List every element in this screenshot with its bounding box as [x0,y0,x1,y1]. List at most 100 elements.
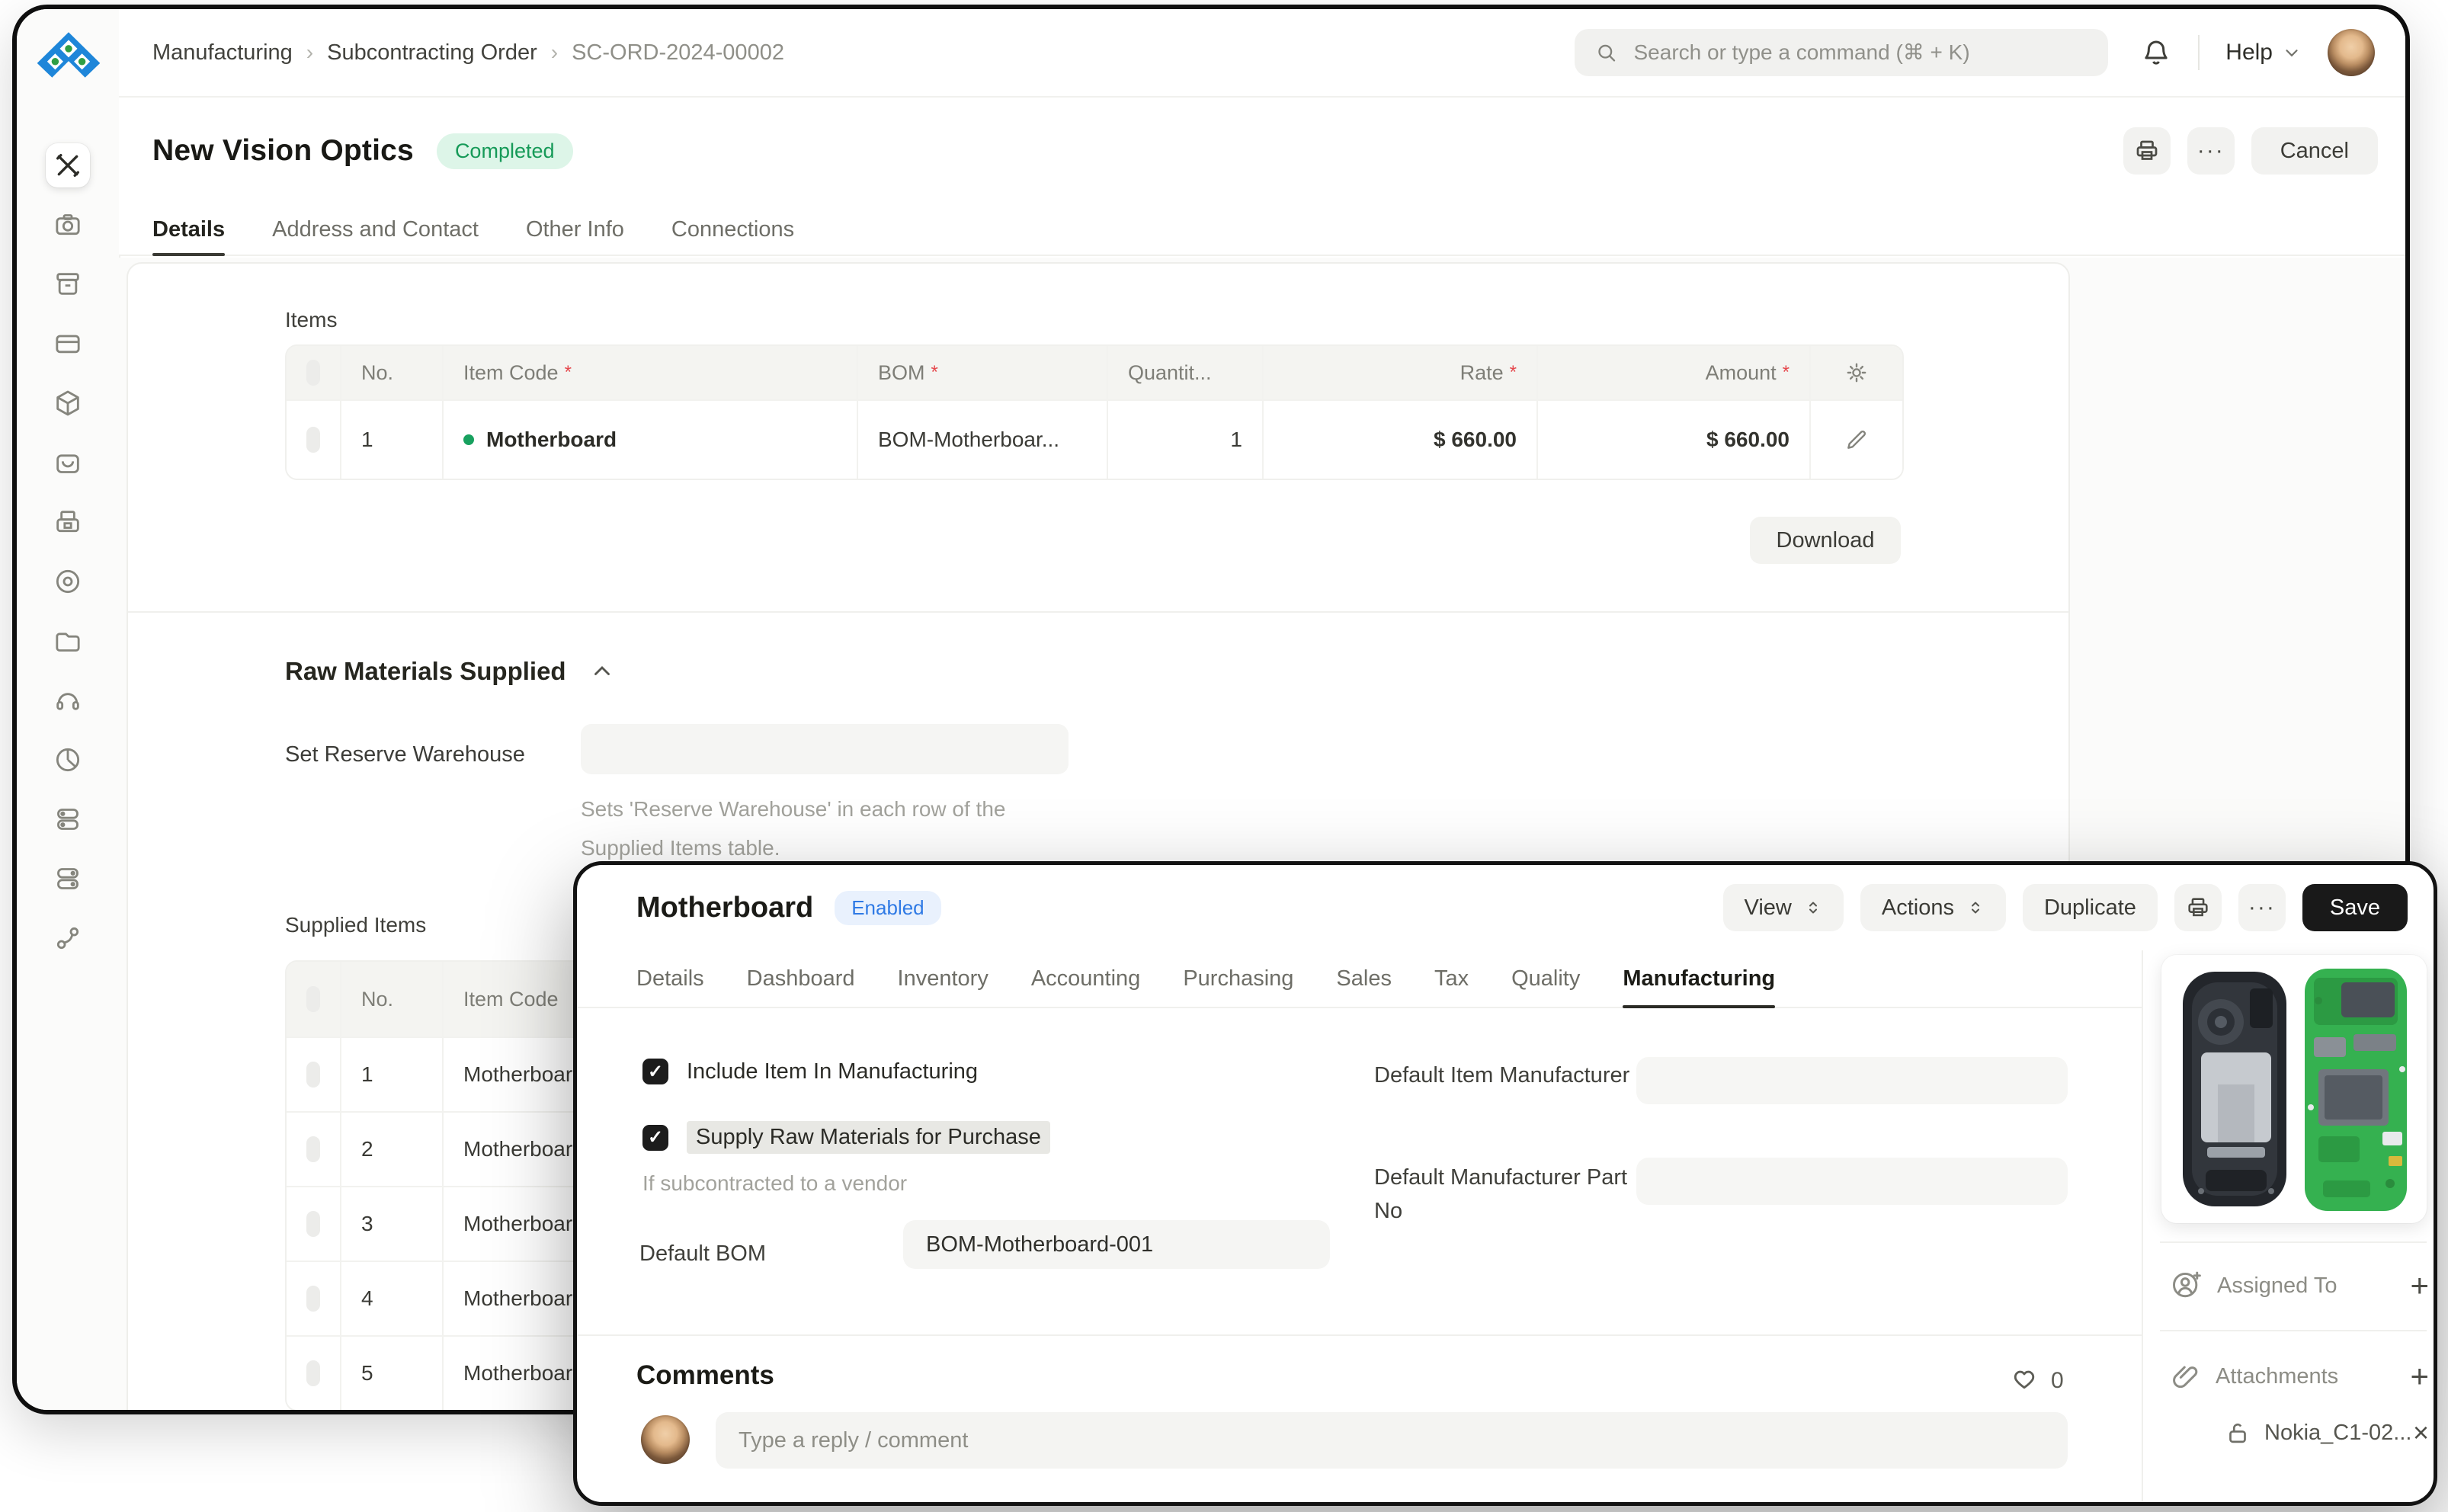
sidebar-item-batches[interactable] [46,797,90,841]
sidebar-item-build[interactable] [46,143,90,187]
item-image-card[interactable] [2161,955,2427,1223]
sidebar-item-support[interactable] [46,678,90,722]
sidebar-item-integrations[interactable] [46,916,90,960]
tab-tax[interactable]: Tax [1434,950,1469,1007]
cancel-button[interactable]: Cancel [2251,127,2378,175]
select-all-checkbox[interactable] [287,962,340,1036]
checkbox-icon [306,360,320,386]
cell-amount[interactable]: $ 660.00 [1536,399,1809,479]
help-menu[interactable]: Help [2225,40,2302,66]
remove-attachment-button[interactable]: × [2413,1417,2429,1449]
row-checkbox[interactable] [287,399,340,479]
sidebar-item-files[interactable] [46,619,90,663]
breadcrumb-separator: › [551,40,558,65]
camera-icon [53,210,83,240]
sidebar-item-records[interactable] [46,559,90,604]
print-button[interactable] [2123,127,2171,175]
view-button[interactable]: View [1723,884,1844,931]
select-all-checkbox[interactable] [287,346,340,399]
tab-purchasing[interactable]: Purchasing [1183,950,1293,1007]
layers-alt-icon [53,863,83,894]
tab-manufacturing[interactable]: Manufacturing [1623,950,1775,1007]
pie-chart-icon [53,745,83,775]
tab-details[interactable]: Details [636,950,704,1007]
actions-button[interactable]: Actions [1860,884,2006,931]
breadcrumb-current: SC-ORD-2024-00002 [572,40,784,66]
row-checkbox[interactable] [287,1335,340,1410]
app-logo-icon[interactable] [35,21,102,88]
default-item-manufacturer-input[interactable] [1636,1057,2068,1104]
tab-sales[interactable]: Sales [1336,950,1392,1007]
item-status-dot-icon [463,434,474,445]
sidebar-item-capture[interactable] [46,203,90,247]
row-checkbox[interactable] [287,1036,340,1111]
row-edit-button[interactable] [1809,399,1902,479]
gear-icon [1844,360,1869,385]
cell-quantity[interactable]: 1 [1107,399,1262,479]
printer-icon [2185,895,2211,921]
workflow-icon [53,923,83,953]
sidebar-item-analytics[interactable] [46,738,90,782]
sidebar-item-stock[interactable] [46,381,90,425]
row-checkbox[interactable] [287,1261,340,1335]
tab-connections[interactable]: Connections [671,204,794,255]
attachment-name[interactable]: Nokia_C1-02... [2264,1421,2411,1446]
build-tools-icon [53,150,83,181]
reserve-warehouse-label: Set Reserve Warehouse [285,742,525,767]
tab-other-info[interactable]: Other Info [526,204,624,255]
search-input[interactable] [1633,40,2089,66]
tab-quality[interactable]: Quality [1511,950,1580,1007]
cell-item-code[interactable]: Motherboard [442,399,857,479]
ellipsis-icon: ··· [2248,895,2276,921]
add-assignment-button[interactable]: + [2410,1270,2429,1302]
chevron-up-icon[interactable] [589,658,615,684]
col-rate: Rate* [1262,346,1536,399]
cell-bom[interactable]: BOM-Motherboar... [857,399,1107,479]
add-attachment-button[interactable]: + [2410,1360,2429,1392]
supply-raw-checkbox-row[interactable]: Supply Raw Materials for Purchase [642,1121,1050,1154]
printer-unit-icon [53,507,83,537]
breadcrumb-item[interactable]: Manufacturing [152,40,293,66]
breadcrumb-separator: › [306,40,313,65]
cell-rate[interactable]: $ 660.00 [1262,399,1536,479]
notifications-button[interactable] [2140,37,2172,69]
duplicate-button[interactable]: Duplicate [2023,884,2158,931]
comment-input[interactable] [716,1412,2068,1469]
more-options-button[interactable]: ··· [2238,884,2286,931]
cell-no: 1 [340,399,442,479]
tab-dashboard[interactable]: Dashboard [747,950,855,1007]
col-quantity: Quantit... [1107,346,1262,399]
panel-divider [2142,950,2143,1502]
up-down-chevron-icon [1804,899,1822,917]
row-checkbox[interactable] [287,1186,340,1261]
heart-icon[interactable] [2010,1366,2039,1395]
table-settings-button[interactable] [1809,346,1902,399]
save-button[interactable]: Save [2302,884,2408,931]
tab-inventory[interactable]: Inventory [898,950,988,1007]
global-search[interactable] [1575,29,2108,76]
row-checkbox[interactable] [287,1111,340,1186]
default-bom-input[interactable] [903,1220,1330,1269]
include-item-checkbox-row[interactable]: Include Item In Manufacturing [642,1059,978,1084]
tab-details[interactable]: Details [152,204,225,255]
tab-accounting[interactable]: Accounting [1031,950,1141,1007]
sidebar-item-print[interactable] [46,500,90,544]
default-manufacturer-part-no-input[interactable] [1636,1158,2068,1205]
sidebar-item-serials[interactable] [46,857,90,901]
print-button[interactable] [2174,884,2222,931]
sidebar-item-archive[interactable] [46,262,90,306]
checkbox-checked-icon[interactable] [642,1125,668,1151]
likes: 0 [2010,1366,2064,1395]
checkbox-checked-icon[interactable] [642,1059,668,1084]
download-button[interactable]: Download [1750,517,1901,564]
sidebar-item-card[interactable] [46,322,90,366]
item-detail-modal: Motherboard Enabled View Actions Duplica… [573,861,2437,1506]
tab-address-and-contact[interactable]: Address and Contact [272,204,479,255]
ellipsis-icon: ··· [2197,138,2225,164]
comments-heading: Comments [636,1360,774,1391]
sidebar-item-orders[interactable] [46,440,90,485]
more-options-button[interactable]: ··· [2187,127,2235,175]
breadcrumb-item[interactable]: Subcontracting Order [327,40,537,66]
user-avatar[interactable] [2328,29,2375,76]
reserve-warehouse-input[interactable] [581,724,1069,774]
